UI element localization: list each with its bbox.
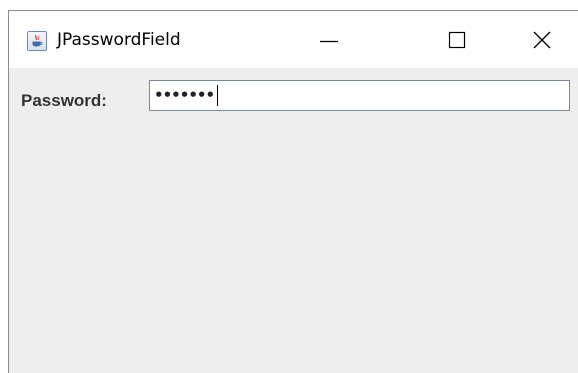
password-dots: ••••••• xyxy=(154,86,215,104)
text-caret xyxy=(217,85,219,106)
close-button[interactable] xyxy=(519,21,565,61)
password-field[interactable]: ••••••• xyxy=(149,80,570,111)
password-masked-value: ••••••• xyxy=(154,85,219,106)
title-bar[interactable]: JPasswordField xyxy=(9,11,578,68)
maximize-button[interactable] xyxy=(434,21,480,61)
close-icon xyxy=(533,31,551,49)
password-label: Password: xyxy=(21,91,107,110)
window-title: JPasswordField xyxy=(57,30,181,50)
minimize-icon xyxy=(320,40,338,43)
app-window: JPasswordField Password: ••••••• xyxy=(8,10,578,373)
content-pane: Password: ••••••• xyxy=(9,68,578,373)
java-cup-icon[interactable] xyxy=(27,31,47,51)
minimize-button[interactable] xyxy=(306,21,352,61)
maximize-icon xyxy=(448,31,466,49)
